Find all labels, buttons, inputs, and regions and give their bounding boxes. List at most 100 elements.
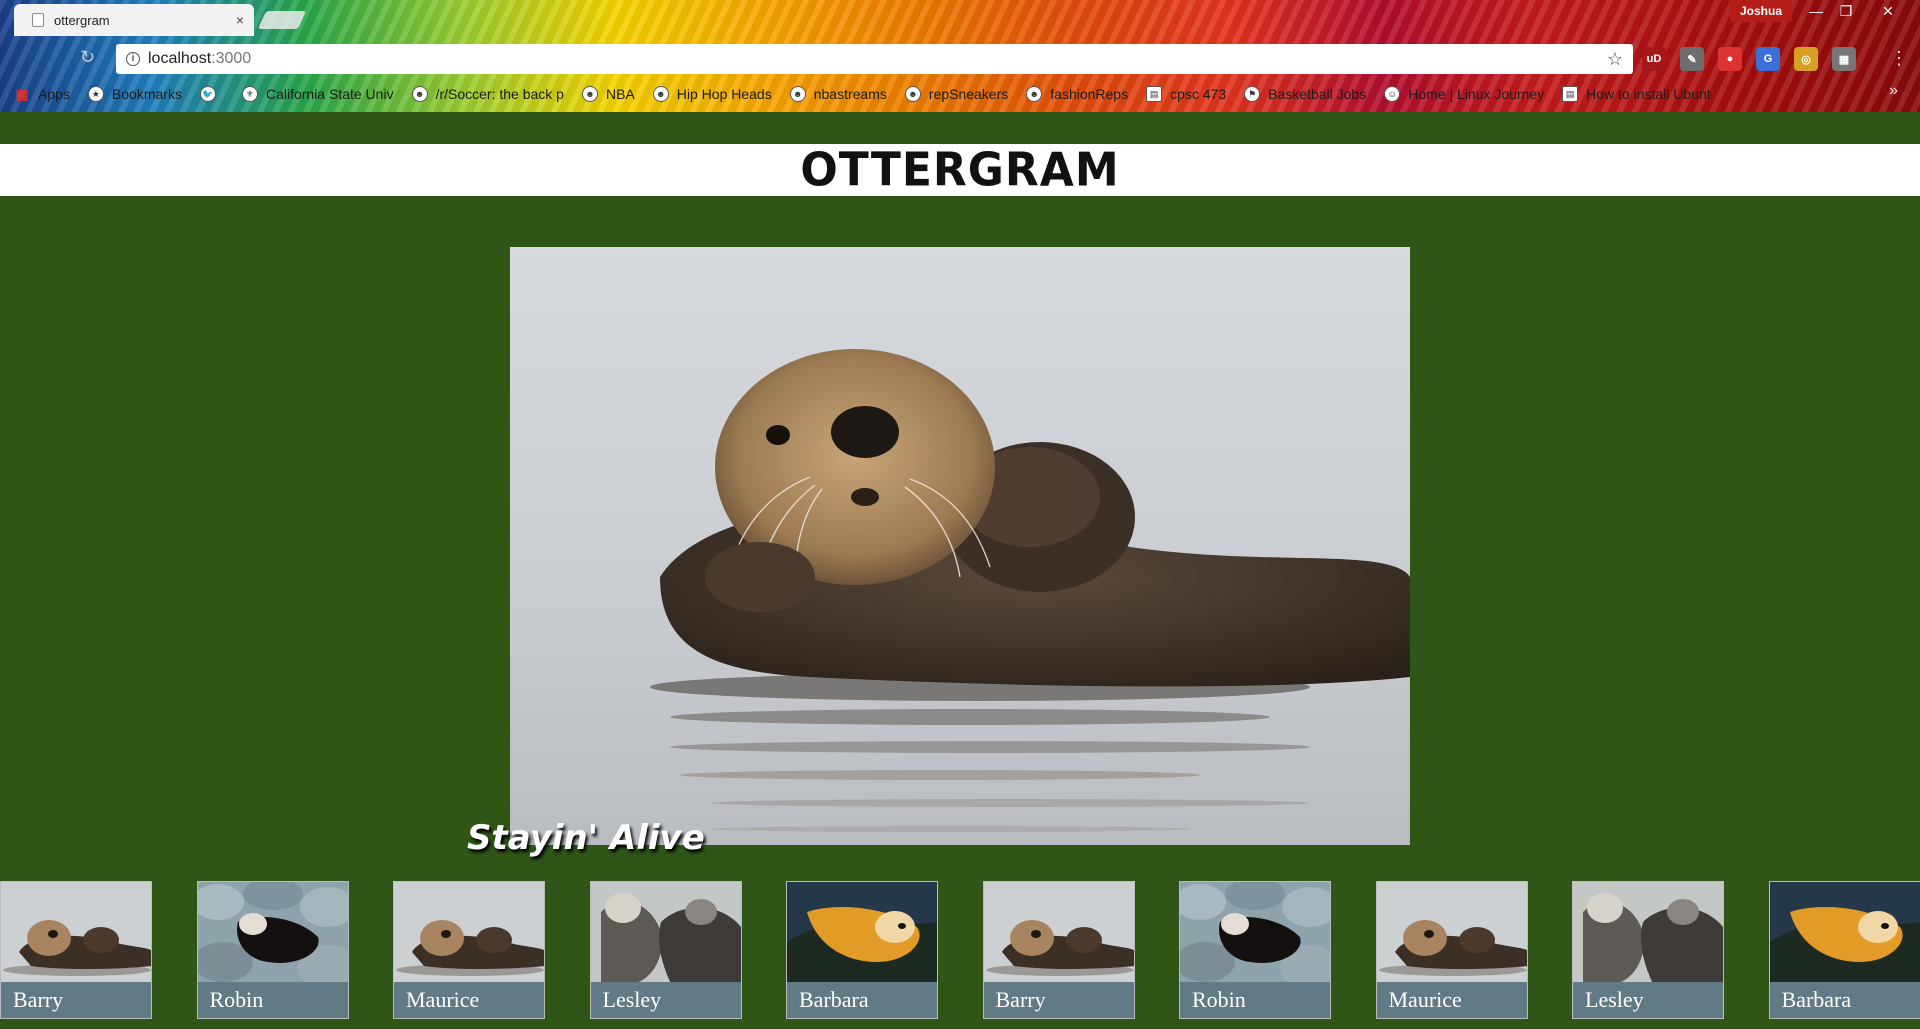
reddit-icon: ☻ [581,86,598,102]
thumbnail-item[interactable]: Robin [196,881,349,1019]
otter-thumbnail-image [787,882,937,984]
grid-icon[interactable]: ▦ [1832,47,1856,71]
thumbnail-title: Lesley [1573,982,1723,1018]
thumbnail-item[interactable]: Maurice [1375,881,1528,1019]
bookmark-item[interactable]: ☻ NBA [581,86,635,102]
thumbnail-title: Maurice [394,982,544,1018]
bookmark-item[interactable]: ▤ How to install Ubunt [1562,86,1711,102]
thumbnail-title: Robin [197,982,348,1018]
thumbnail-item[interactable]: Robin [1179,881,1331,1019]
thumbnail-item[interactable]: Lesley [1572,881,1724,1019]
bookmark-icon: ⚑ [1244,86,1261,102]
url-text[interactable]: localhost:3000 [148,50,1607,68]
thumbnail-item[interactable]: Lesley [589,881,742,1019]
reddit-icon: ☻ [1026,86,1043,102]
reddit-icon: ☻ [789,86,806,102]
page-title: OTTERGRAM [800,143,1120,197]
detail-title: Stayin' Alive [467,818,705,858]
otter-thumbnail-image [1573,882,1723,984]
otter-thumbnail-image [983,882,1134,984]
thumbnail-item[interactable]: Barbara [1768,881,1920,1019]
color-icon[interactable]: ◎ [1794,47,1818,71]
reddit-icon: ☻ [411,86,428,102]
reddit-icon: ☻ [904,86,921,102]
close-tab-icon[interactable]: × [236,12,244,28]
extensions-bar: uD ✎ ● G ◎ ▦ [1642,47,1856,71]
bookmark-item[interactable]: ☻ /r/Soccer: the back p [411,86,564,102]
ublock-icon[interactable]: uD [1642,47,1666,71]
close-window-button[interactable]: ✕ [1870,0,1906,22]
bookmark-label: /r/Soccer: the back p [435,86,564,102]
thumbnail-item[interactable]: Maurice [393,881,545,1019]
info-icon[interactable]: i [126,52,140,66]
bookmark-label: Bookmarks [111,86,182,102]
university-icon: ⚜ [241,86,258,102]
otter-thumbnail-image [197,882,348,984]
thumbnail-title: Robin [1180,982,1330,1018]
bookmark-label: cpsc 473 [1170,86,1227,102]
reddit-icon: ☻ [652,86,669,102]
bookmark-item[interactable]: ★ Bookmarks [87,86,182,102]
otter-thumbnail-image [1376,882,1527,984]
browser-chrome: ottergram × Joshua — ❐ ✕ ↻ i localhost:3… [0,0,1920,112]
tab-title: ottergram [54,12,110,28]
comment-icon[interactable]: ✎ [1680,47,1704,71]
otter-thumbnail-image [394,882,544,984]
bookmark-item[interactable]: ☻ repSneakers [904,86,1009,102]
bookmark-item[interactable]: 🐦 [199,86,224,102]
otter-thumbnail-image [1,882,151,984]
linux-icon: ☺ [1384,86,1401,102]
bookmark-label: nbastreams [813,86,887,102]
thumbnail-item[interactable]: Barry [0,881,152,1019]
otter-detail-illustration [510,247,1410,845]
bookmarks-overflow-icon[interactable]: » [1889,82,1898,100]
bookmark-item[interactable]: ▤ cpsc 473 [1146,86,1226,102]
bookmark-label: Hip Hop Heads [676,86,772,102]
bookmark-item[interactable]: ⚜ California State Univ [241,86,394,102]
twitter-icon: 🐦 [199,86,216,102]
thumbnail-title: Barbara [1769,982,1920,1018]
bookmark-label: repSneakers [928,86,1009,102]
bookmark-item[interactable]: ☻ nbastreams [789,86,887,102]
bookmark-star-icon[interactable]: ☆ [1607,49,1623,70]
thumbnail-title: Barry [983,982,1134,1018]
star-icon: ★ [87,86,104,102]
bookmark-item[interactable]: ⚑ Basketball Jobs [1244,86,1366,102]
record-icon[interactable]: ● [1718,47,1742,71]
bookmark-item[interactable]: ☺ Home | Linux Journey [1384,86,1544,102]
page-icon: ▤ [1562,86,1579,102]
thumbnail-item[interactable]: Barbara [786,881,938,1019]
bookmark-label: NBA [605,86,635,102]
restore-button[interactable]: ❐ [1828,0,1864,22]
thumbnail-title: Barbara [787,982,937,1018]
bookmark-item[interactable]: ☻ fashionReps [1026,86,1128,102]
page-icon: ▤ [1146,86,1163,102]
bookmark-label: fashionReps [1050,86,1129,102]
bookmark-item[interactable]: ▦ Apps [14,86,70,102]
translate-icon[interactable]: G [1756,47,1780,71]
browser-tab[interactable]: ottergram × [14,4,254,36]
otter-thumbnail-image [1769,882,1920,984]
page-header: OTTERGRAM [0,143,1920,197]
profile-button[interactable]: Joshua [1730,0,1792,22]
reload-icon[interactable]: ↻ [80,47,95,68]
address-bar[interactable]: i localhost:3000 ☆ [116,44,1633,74]
bookmark-item[interactable]: ☻ Hip Hop Heads [652,86,772,102]
bookmark-label: How to install Ubunt [1586,86,1711,102]
url-host: localhost [148,50,212,67]
bookmark-label: California State Univ [265,86,394,102]
url-port: :3000 [211,50,252,67]
detail-image [510,247,1410,845]
thumbnail-list: Barry Robin Maurice Lesley Barbara Barry Robin… [0,881,1920,1019]
menu-icon[interactable]: ⋮ [1890,48,1908,69]
otter-thumbnail-image [1180,882,1330,984]
thumbnail-title: Barry [1,982,151,1018]
apps-icon: ▦ [15,86,29,102]
thumbnail-title: Maurice [1376,982,1527,1018]
page-favicon-icon [32,13,44,27]
thumbnail-item[interactable]: Barry [982,881,1135,1019]
bookmarks-bar: ▦ Apps ★ Bookmarks 🐦 ⚜ California State Univ ☻ /… [0,82,1920,106]
bookmark-label: Home | Linux Journey [1408,86,1545,102]
new-tab-button[interactable] [257,11,307,29]
bookmark-label: Apps [38,86,70,102]
